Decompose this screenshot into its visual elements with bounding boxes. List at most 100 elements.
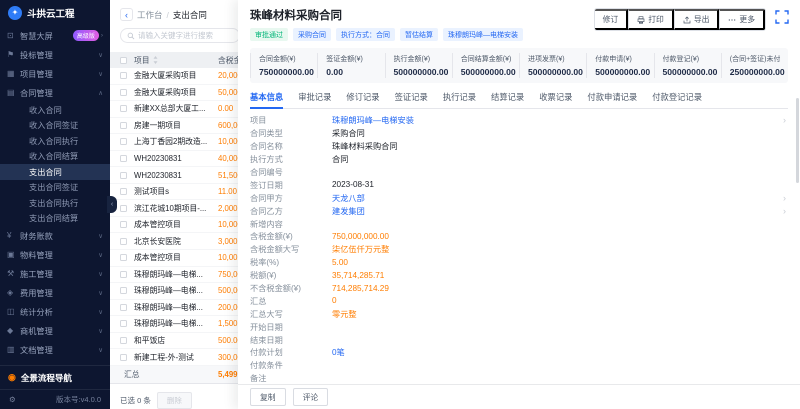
tab[interactable]: 付款申请记录	[587, 91, 637, 108]
field-value: 珠峰材料采购合同	[332, 140, 398, 152]
sidebar-item[interactable]: 支出合同	[0, 164, 110, 180]
row-checkbox[interactable]	[120, 304, 127, 311]
row-checkbox[interactable]	[120, 89, 127, 96]
stat-label: 合同金额(¥)	[259, 54, 309, 64]
tab[interactable]: 修订记录	[346, 91, 379, 108]
row-chevron-icon[interactable]: ›	[783, 193, 786, 203]
sidebar-item[interactable]: ◆ 商机管理 ∨	[0, 321, 110, 340]
stats-bar: 合同金额(¥) 750000000.00 签证金额(¥) 0.00 执行金额(¥…	[250, 48, 788, 83]
stat-value: 500000000.00	[461, 67, 511, 77]
row-checkbox[interactable]	[120, 221, 127, 228]
settings-gear-icon[interactable]: ⚙	[9, 395, 16, 404]
row-checkbox[interactable]	[120, 354, 127, 361]
tab[interactable]: 基本信息	[250, 91, 283, 108]
row-chevron-icon[interactable]: ›	[783, 115, 786, 125]
row-checkbox[interactable]	[120, 155, 127, 162]
sidebar-item[interactable]: 支出合同签证	[0, 180, 110, 196]
tab[interactable]: 付款登记记录	[652, 91, 702, 108]
row-checkbox[interactable]	[120, 337, 127, 344]
field-label: 合同乙方	[250, 205, 332, 217]
version-label: 版本号:v4.0.0	[56, 394, 101, 405]
back-button[interactable]: ‹	[120, 8, 133, 21]
tab[interactable]: 结算记录	[491, 91, 524, 108]
search-box	[120, 28, 240, 43]
select-all-checkbox[interactable]	[120, 57, 127, 64]
form-row: 合同乙方 建发集团 ›	[250, 204, 788, 217]
sidebar-item[interactable]: 收入合同结算	[0, 149, 110, 165]
field-label: 税率(%)	[250, 256, 332, 268]
row-checkbox[interactable]	[120, 105, 127, 112]
delete-button[interactable]: 删除	[157, 392, 192, 409]
process-navigation-item[interactable]: ◉ 全景流程导航	[0, 365, 110, 389]
sidebar-item-icon: ▤	[7, 88, 20, 97]
row-chevron-icon[interactable]: ›	[783, 206, 786, 216]
sidebar-item-label: 合同管理	[20, 87, 98, 99]
copy-button[interactable]: 复制	[250, 388, 286, 406]
fullscreen-button[interactable]	[775, 10, 789, 24]
field-value: 珠穆朗玛峰—电梯安装	[332, 114, 414, 126]
row-checkbox[interactable]	[120, 188, 127, 195]
export-icon	[683, 16, 691, 24]
sort-icon[interactable]	[153, 56, 158, 64]
revise-button[interactable]: 修订	[595, 9, 629, 30]
row-checkbox[interactable]	[120, 254, 127, 261]
stat-value: 500000000.00	[394, 67, 444, 77]
sidebar-item[interactable]: 收入合同	[0, 102, 110, 118]
sidebar-item[interactable]: ⚒ 施工管理 ∨	[0, 264, 110, 283]
stat-cell: 付款登记(¥) 500000000.00	[654, 53, 721, 78]
tab[interactable]: 执行记录	[443, 91, 476, 108]
comment-button[interactable]: 评论	[293, 388, 329, 406]
print-label: 打印	[648, 14, 664, 25]
stat-label: 执行金额(¥)	[394, 54, 444, 64]
row-checkbox[interactable]	[120, 271, 127, 278]
sidebar-collapse-handle[interactable]: ‹	[107, 196, 117, 213]
sidebar-item[interactable]: ¥ 财务账款 ∨	[0, 226, 110, 245]
tab[interactable]: 收票记录	[539, 91, 572, 108]
field-label: 执行方式	[250, 153, 332, 165]
sidebar-item[interactable]: 收入合同签证	[0, 118, 110, 134]
export-button[interactable]: 导出	[674, 9, 720, 30]
sidebar-item[interactable]: ⚑ 投标管理 ∨	[0, 45, 110, 64]
field-value: 0笔	[332, 346, 345, 358]
sidebar-item[interactable]: ▤ 合同管理 ∧	[0, 83, 110, 102]
sidebar-item-label: 统计分析	[20, 306, 98, 318]
more-button[interactable]: 更多	[719, 9, 765, 30]
form-row: 开始日期 ›	[250, 320, 788, 333]
row-checkbox[interactable]	[120, 320, 127, 327]
breadcrumb-workbench[interactable]: 工作台	[137, 9, 163, 21]
tab[interactable]: 签证记录	[395, 91, 428, 108]
row-checkbox[interactable]	[120, 122, 127, 129]
search-input[interactable]	[138, 31, 233, 40]
sidebar-item[interactable]: ▣ 物料管理 ∨	[0, 245, 110, 264]
field-value: 天龙八部	[332, 192, 365, 204]
stat-value: 0.00	[326, 67, 376, 77]
fullscreen-icon	[775, 10, 789, 24]
row-checkbox[interactable]	[120, 172, 127, 179]
sidebar-item-label: 投标管理	[20, 49, 98, 61]
revise-label: 修订	[603, 14, 619, 25]
row-checkbox[interactable]	[120, 287, 127, 294]
sidebar-item[interactable]: ◫ 统计分析 ∨	[0, 302, 110, 321]
row-checkbox[interactable]	[120, 138, 127, 145]
sidebar-item[interactable]: ▥ 文档管理 ∨	[0, 340, 110, 359]
detail-scrollbar[interactable]	[796, 98, 799, 183]
form-row: 项目 珠穆朗玛峰—电梯安装 ›	[250, 114, 788, 127]
row-checkbox[interactable]	[120, 238, 127, 245]
print-button[interactable]: 打印	[628, 9, 674, 30]
sidebar-item[interactable]: ◈ 费用管理 ∨	[0, 283, 110, 302]
sidebar-item-label: 商机管理	[20, 325, 98, 337]
search-icon	[127, 32, 135, 40]
row-checkbox[interactable]	[120, 205, 127, 212]
form-row: 新增内容 ›	[250, 217, 788, 230]
sidebar-item[interactable]: 支出合同结算	[0, 211, 110, 227]
detail-tabs: 基本信息审批记录修订记录签证记录执行记录结算记录收票记录付款申请记录付款登记记录	[250, 91, 788, 109]
summary-label: 汇总	[124, 369, 218, 380]
tab[interactable]: 审批记录	[298, 91, 331, 108]
row-checkbox[interactable]	[120, 72, 127, 79]
sidebar-item[interactable]: 支出合同执行	[0, 195, 110, 211]
form-row: 结束日期 ›	[250, 333, 788, 346]
sidebar-item[interactable]: 收入合同执行	[0, 133, 110, 149]
sidebar-item[interactable]: ⊡ 智慧大屏 高级版 ›	[0, 26, 110, 45]
sidebar-item[interactable]: ▦ 项目管理 ∨	[0, 64, 110, 83]
form-row: 付款计划 0笔 ›	[250, 346, 788, 359]
